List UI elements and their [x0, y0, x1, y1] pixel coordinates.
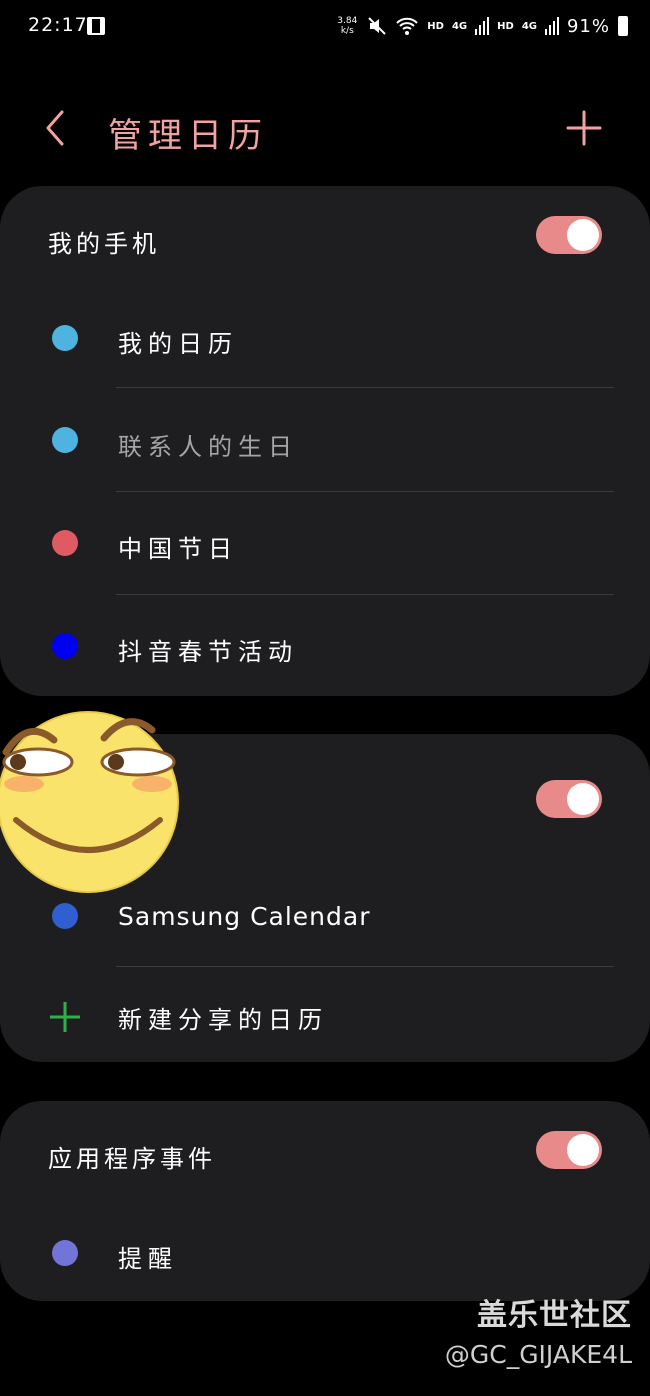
calendar-label: Samsung Calendar — [118, 902, 371, 931]
calendar-label: 中国节日 — [118, 535, 238, 563]
plus-icon — [50, 1002, 80, 1032]
smirk-emoji-sticker — [0, 711, 179, 893]
phone-screen-icon — [87, 17, 105, 35]
network-type-2: 4G — [521, 20, 537, 32]
my-phone-toggle[interactable] — [536, 216, 602, 254]
wifi-icon — [396, 17, 419, 35]
calendar-color-dot — [52, 427, 78, 453]
calendar-label: 我的日历 — [118, 330, 238, 358]
calendar-item-chinese-holidays[interactable]: 中国节日 — [0, 499, 650, 589]
calendar-color-dot — [52, 633, 78, 659]
divider — [116, 387, 614, 388]
calendar-color-dot — [52, 530, 78, 556]
signal-icon-2 — [544, 17, 559, 35]
watermark-handle: @GC_GIJAKE4L — [444, 1340, 632, 1369]
chevron-left-icon[interactable] — [36, 106, 80, 150]
battery-percent: 91% — [566, 15, 610, 37]
watermark-site: 盖乐世社区 — [477, 1298, 632, 1333]
add-shared-calendar-button[interactable]: 新建分享的日历 — [0, 972, 650, 1062]
network-speed: 3.84 k/s — [337, 16, 358, 36]
network-type-1: 4G — [451, 20, 468, 32]
divider — [116, 594, 614, 595]
status-indicators: 3.84 k/s HD 4G HD 4G 91% — [335, 12, 628, 40]
page-title: 管理日历 — [108, 116, 268, 156]
toggle-knob — [567, 783, 599, 815]
calendar-color-dot — [52, 325, 78, 351]
divider — [116, 966, 614, 967]
app-header: 管理日历 — [0, 90, 650, 170]
toggle-knob — [567, 219, 599, 251]
app-events-header: 应用程序事件 — [48, 1145, 216, 1173]
battery-icon — [618, 16, 628, 36]
my-phone-header: 我的手机 — [48, 230, 160, 258]
calendar-label: 抖音春节活动 — [118, 638, 298, 666]
my-phone-card: 我的手机 我的日历 联系人的生日 中国节日 抖音春节活动 — [0, 186, 650, 696]
calendar-label: 联系人的生日 — [118, 433, 298, 461]
hd-label-2: HD — [497, 20, 514, 32]
status-bar: 22:17 3.84 k/s HD 4G HD 4G 91% — [0, 0, 650, 56]
calendar-item-reminders[interactable]: 提醒 — [0, 1209, 650, 1299]
status-time: 22:17 — [28, 14, 88, 36]
signal-icon-1 — [475, 17, 490, 35]
app-events-card: 应用程序事件 提醒 — [0, 1101, 650, 1301]
samsung-toggle[interactable] — [536, 780, 602, 818]
calendar-color-dot — [52, 903, 78, 929]
toggle-knob — [567, 1134, 599, 1166]
app-events-toggle[interactable] — [536, 1131, 602, 1169]
calendar-item-douyin-spring[interactable]: 抖音春节活动 — [0, 604, 650, 694]
calendar-color-dot — [52, 1240, 78, 1266]
hd-label-1: HD — [427, 20, 444, 32]
mute-icon — [368, 17, 387, 35]
calendar-label: 提醒 — [118, 1245, 178, 1273]
add-shared-calendar-label: 新建分享的日历 — [118, 1006, 328, 1034]
calendar-item-contact-birthdays[interactable]: 联系人的生日 — [0, 397, 650, 487]
divider — [116, 491, 614, 492]
plus-icon[interactable] — [562, 106, 606, 150]
calendar-item-my-calendar[interactable]: 我的日历 — [0, 294, 650, 384]
